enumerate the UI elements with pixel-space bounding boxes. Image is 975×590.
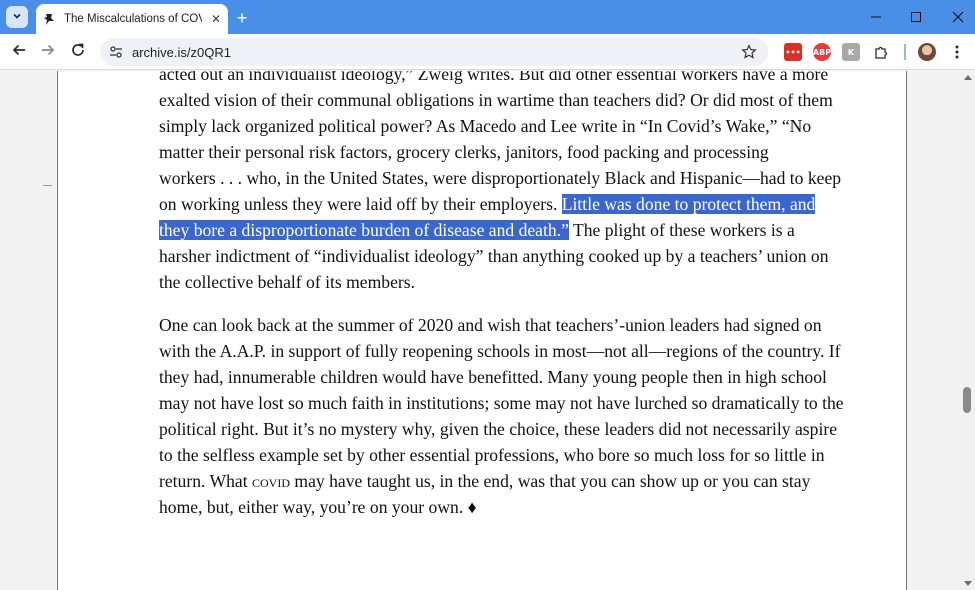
scroll-down-icon[interactable] — [964, 581, 972, 586]
maximize-button[interactable] — [893, 0, 939, 34]
reload-icon — [70, 42, 86, 63]
text-smallcaps: covid — [252, 471, 290, 491]
text-line: acted out an individualist ideology,” Zw… — [159, 71, 829, 84]
text-plain: may have taught us, in the end, was that… — [290, 471, 811, 491]
close-tab-icon[interactable]: ✕ — [208, 11, 224, 27]
forward-button[interactable] — [36, 40, 60, 64]
text-line: may not have lost so much faith in insti… — [159, 393, 844, 413]
toolbar-divider — [904, 44, 906, 60]
text-line: on working unless they were laid off by … — [159, 191, 849, 217]
margin-marker — [43, 185, 52, 186]
tab-search-button[interactable] — [6, 6, 28, 28]
puzzle-icon[interactable] — [872, 43, 890, 61]
address-bar[interactable]: archive.is/z0QR1 — [100, 38, 768, 66]
site-settings-icon[interactable] — [108, 44, 124, 60]
text-line: to the selfless example set by other ess… — [159, 445, 825, 465]
text-line: with the A.A.P. in support of fully reop… — [159, 341, 841, 361]
paragraph-1: acted out an individualist ideology,” Zw… — [159, 71, 849, 295]
arrow-left-icon — [11, 42, 27, 63]
title-bar: The Miscalculations of COVID S ✕ + — [0, 0, 975, 34]
text-line: home, but, either way, you’re on your ow… — [159, 497, 477, 517]
url-text[interactable]: archive.is/z0QR1 — [132, 45, 231, 60]
archived-page: acted out an individualist ideology,” Zw… — [57, 71, 907, 590]
vertical-scrollbar[interactable] — [960, 71, 975, 590]
scroll-up-icon[interactable] — [964, 75, 972, 80]
new-tab-button[interactable]: + — [232, 8, 252, 28]
browser-toolbar: archive.is/z0QR1 ••• ABP K — [0, 34, 975, 70]
text-line: One can look back at the summer of 2020 … — [159, 315, 822, 335]
scrollbar-thumb[interactable] — [963, 387, 971, 413]
selected-text[interactable]: they bore a disproportionate burden of d… — [159, 220, 569, 240]
article-body: acted out an individualist ideology,” Zw… — [159, 71, 849, 537]
text-plain: return. What — [159, 471, 252, 491]
three-dots-icon[interactable] — [948, 43, 966, 61]
chevron-down-icon — [12, 8, 22, 26]
adblock-plus-icon[interactable]: ABP — [813, 43, 831, 61]
text-line: workers . . . who, in the United States,… — [159, 168, 842, 188]
text-line: exalted vision of their communal obligat… — [159, 90, 833, 110]
text-line: they had, innumerable children would hav… — [159, 367, 827, 387]
paragraph-2: One can look back at the summer of 2020 … — [159, 312, 849, 520]
text-line: political right. But it’s no mystery why… — [159, 419, 838, 439]
text-plain: The plight of these workers is a — [568, 220, 795, 240]
reload-button[interactable] — [66, 40, 90, 64]
archive-pin-icon — [42, 11, 58, 27]
arrow-right-icon — [40, 42, 56, 63]
page-viewport: acted out an individualist ideology,” Zw… — [0, 71, 975, 590]
text-line: return. What covid may have taught us, i… — [159, 468, 849, 494]
text-plain: on working unless they were laid off by … — [159, 194, 562, 214]
back-button[interactable] — [7, 40, 31, 64]
extension-red-icon[interactable]: ••• — [784, 43, 802, 61]
avatar[interactable] — [918, 43, 936, 61]
selected-text[interactable]: Little was done to protect them, and — [561, 194, 816, 214]
text-line: harsher indictment of “individualist ide… — [159, 246, 829, 266]
text-line: matter their personal risk factors, groc… — [159, 142, 769, 162]
star-icon[interactable] — [740, 43, 758, 61]
close-window-button[interactable] — [935, 0, 975, 34]
extension-gray-icon[interactable]: K — [842, 43, 860, 61]
text-line: they bore a disproportionate burden of d… — [159, 217, 849, 243]
active-tab[interactable]: The Miscalculations of COVID S ✕ — [36, 4, 228, 34]
text-line: simply lack organized political power? A… — [159, 116, 812, 136]
text-line: the collective behalf of its members. — [159, 272, 415, 292]
tab-title: The Miscalculations of COVID S — [64, 13, 202, 25]
